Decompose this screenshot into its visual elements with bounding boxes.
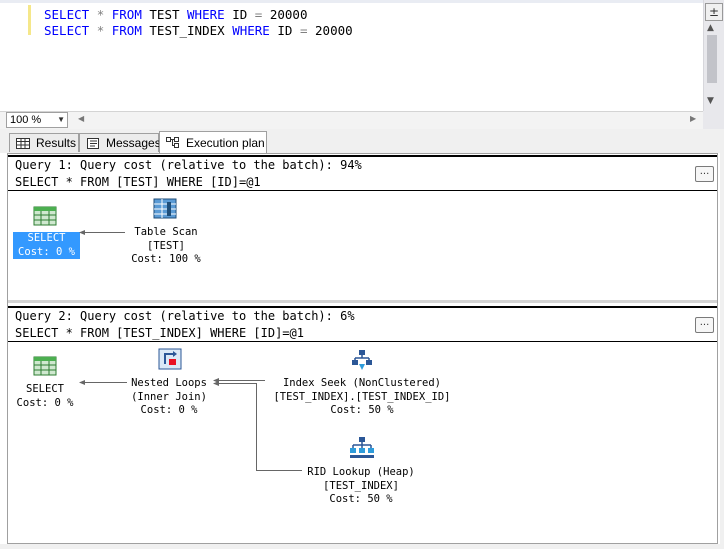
arrow-head-icon	[79, 380, 85, 385]
arrow-head-icon	[79, 230, 85, 235]
flow-arrow-line	[216, 383, 302, 471]
plan-connectors	[79, 230, 302, 471]
